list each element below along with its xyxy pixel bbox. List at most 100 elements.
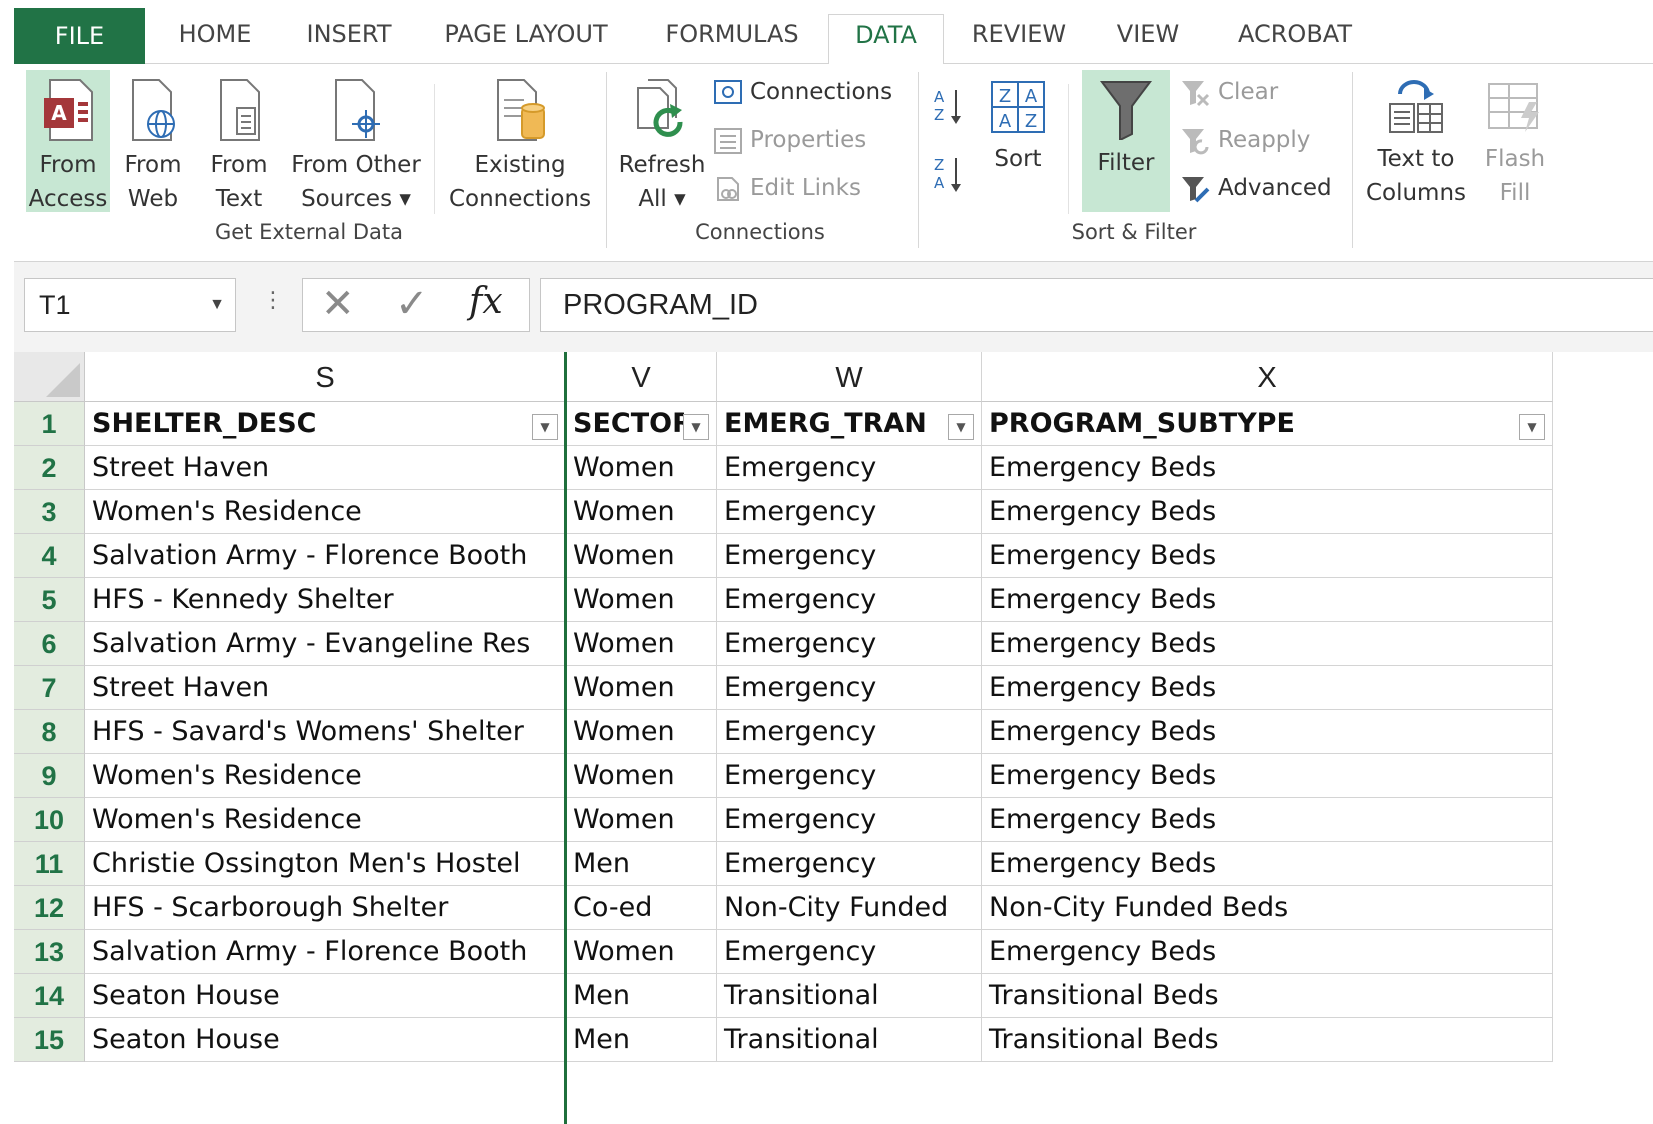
edit-links-button[interactable]: Edit Links — [714, 168, 861, 208]
table-cell[interactable]: Emergency — [717, 446, 982, 490]
table-cell[interactable]: Transitional — [717, 1018, 982, 1062]
table-cell[interactable]: Emergency Beds — [982, 490, 1553, 534]
table-cell[interactable]: Co-ed — [566, 886, 717, 930]
row-header[interactable]: 2 — [14, 446, 85, 490]
header-cell[interactable]: PROGRAM_SUBTYPE ▼ — [982, 402, 1553, 446]
flash-fill-button[interactable]: Flash Fill — [1476, 70, 1554, 212]
name-box[interactable]: T1 ▼ — [24, 278, 236, 332]
from-access-button[interactable]: A From Access — [26, 70, 110, 212]
row-header[interactable]: 15 — [14, 1018, 85, 1062]
chevron-down-icon[interactable]: ▼ — [209, 279, 225, 331]
table-cell[interactable]: Women — [566, 798, 717, 842]
row-header[interactable]: 8 — [14, 710, 85, 754]
row-header[interactable]: 13 — [14, 930, 85, 974]
resize-handle-icon[interactable]: ⋮ — [262, 288, 284, 313]
header-cell[interactable]: EMERG_TRAN ▼ — [717, 402, 982, 446]
tab-home[interactable]: HOME — [160, 14, 270, 64]
filter-button[interactable]: Filter — [1082, 70, 1170, 212]
row-header[interactable]: 11 — [14, 842, 85, 886]
header-cell[interactable]: SECTOR ▼ — [566, 402, 717, 446]
column-header-s[interactable]: S — [85, 352, 566, 402]
row-header[interactable]: 14 — [14, 974, 85, 1018]
table-cell[interactable]: Emergency Beds — [982, 754, 1553, 798]
table-cell[interactable]: Women — [566, 930, 717, 974]
filter-dropdown-icon[interactable]: ▼ — [532, 414, 558, 440]
table-cell[interactable]: Emergency — [717, 490, 982, 534]
table-cell[interactable]: Emergency — [717, 754, 982, 798]
enter-check-icon[interactable]: ✓ — [395, 281, 429, 327]
table-cell[interactable]: Seaton House — [85, 1018, 566, 1062]
select-all-button[interactable] — [14, 352, 85, 402]
table-cell[interactable]: Emergency — [717, 930, 982, 974]
table-cell[interactable]: Emergency Beds — [982, 534, 1553, 578]
from-other-sources-button[interactable]: From Other Sources ▾ — [288, 70, 424, 212]
text-to-columns-button[interactable]: Text to Columns — [1362, 70, 1470, 212]
clear-filter-button[interactable]: Clear — [1180, 72, 1278, 112]
column-header-x[interactable]: X — [982, 352, 1553, 402]
table-cell[interactable]: Non-City Funded — [717, 886, 982, 930]
properties-button[interactable]: Properties — [714, 120, 866, 160]
row-header[interactable]: 7 — [14, 666, 85, 710]
filter-dropdown-icon[interactable]: ▼ — [1519, 414, 1545, 440]
table-cell[interactable]: Emergency Beds — [982, 930, 1553, 974]
from-web-button[interactable]: From Web — [118, 70, 188, 212]
table-cell[interactable]: Emergency — [717, 710, 982, 754]
table-cell[interactable]: Christie Ossington Men's Hostel — [85, 842, 566, 886]
refresh-all-button[interactable]: Refresh All ▾ — [618, 70, 706, 212]
reapply-button[interactable]: Reapply — [1180, 120, 1310, 160]
tab-formulas[interactable]: FORMULAS — [650, 14, 814, 64]
existing-connections-button[interactable]: Existing Connections — [446, 70, 594, 212]
tab-data[interactable]: DATA — [828, 14, 944, 65]
from-text-button[interactable]: From Text — [204, 70, 274, 212]
table-cell[interactable]: HFS - Savard's Womens' Shelter — [85, 710, 566, 754]
connections-button[interactable]: Connections — [714, 72, 892, 112]
filter-dropdown-icon[interactable]: ▼ — [683, 414, 709, 440]
row-header[interactable]: 1 — [14, 402, 85, 446]
table-cell[interactable]: Emergency — [717, 578, 982, 622]
table-cell[interactable]: Women — [566, 534, 717, 578]
table-cell[interactable]: Street Haven — [85, 666, 566, 710]
row-header[interactable]: 5 — [14, 578, 85, 622]
cancel-icon[interactable]: ✕ — [321, 281, 355, 327]
table-cell[interactable]: Non-City Funded Beds — [982, 886, 1553, 930]
advanced-filter-button[interactable]: Advanced — [1180, 168, 1332, 208]
table-cell[interactable]: Emergency Beds — [982, 842, 1553, 886]
row-header[interactable]: 3 — [14, 490, 85, 534]
table-cell[interactable]: Women — [566, 754, 717, 798]
sort-a-to-z-button[interactable]: AZ — [932, 84, 966, 138]
table-cell[interactable]: Emergency — [717, 666, 982, 710]
tab-insert[interactable]: INSERT — [294, 14, 404, 64]
table-cell[interactable]: Women's Residence — [85, 754, 566, 798]
row-header[interactable]: 6 — [14, 622, 85, 666]
table-cell[interactable]: Women — [566, 490, 717, 534]
tab-view[interactable]: VIEW — [1102, 14, 1194, 64]
formula-input[interactable]: PROGRAM_ID — [540, 278, 1653, 332]
insert-function-button[interactable]: fx — [469, 281, 503, 322]
table-cell[interactable]: Women — [566, 578, 717, 622]
row-header[interactable]: 9 — [14, 754, 85, 798]
tab-acrobat[interactable]: ACROBAT — [1220, 14, 1370, 64]
table-cell[interactable]: Women — [566, 446, 717, 490]
table-cell[interactable]: Men — [566, 974, 717, 1018]
table-cell[interactable]: Men — [566, 842, 717, 886]
sort-z-to-a-button[interactable]: ZA — [932, 152, 966, 206]
table-cell[interactable]: Women — [566, 622, 717, 666]
tab-review[interactable]: REVIEW — [964, 14, 1074, 64]
column-header-v[interactable]: V — [566, 352, 717, 402]
table-cell[interactable]: Emergency — [717, 798, 982, 842]
table-cell[interactable]: HFS - Kennedy Shelter — [85, 578, 566, 622]
row-header[interactable]: 10 — [14, 798, 85, 842]
table-cell[interactable]: Street Haven — [85, 446, 566, 490]
table-cell[interactable]: Emergency Beds — [982, 622, 1553, 666]
sort-button[interactable]: Z A A Z Sort — [980, 70, 1056, 212]
table-cell[interactable]: Emergency — [717, 622, 982, 666]
filter-dropdown-icon[interactable]: ▼ — [948, 414, 974, 440]
table-cell[interactable]: Emergency — [717, 534, 982, 578]
table-cell[interactable]: Transitional — [717, 974, 982, 1018]
table-cell[interactable]: Women's Residence — [85, 798, 566, 842]
tab-file[interactable]: FILE — [14, 8, 145, 64]
table-cell[interactable]: Emergency Beds — [982, 578, 1553, 622]
table-cell[interactable]: Men — [566, 1018, 717, 1062]
tab-page-layout[interactable]: PAGE LAYOUT — [426, 14, 626, 64]
table-cell[interactable]: Emergency Beds — [982, 666, 1553, 710]
